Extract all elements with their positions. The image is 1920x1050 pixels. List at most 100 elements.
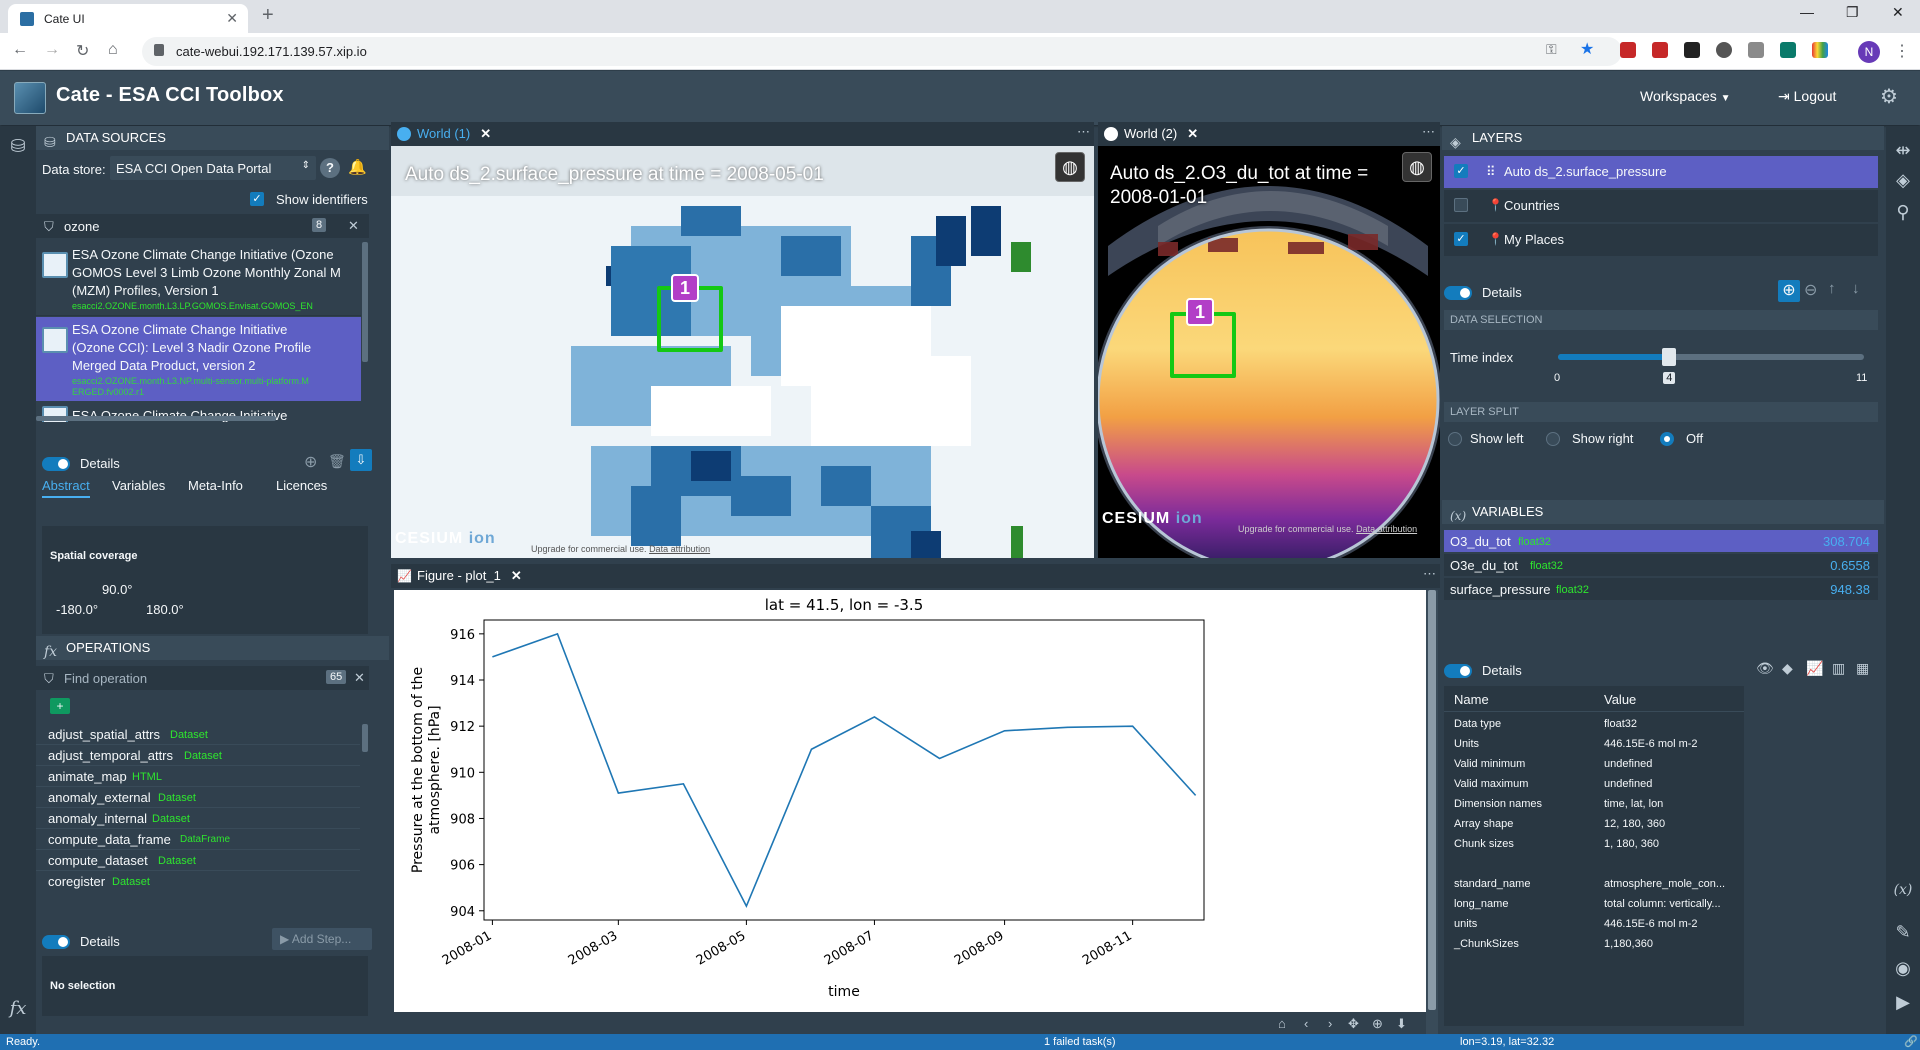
map-pin-icon[interactable]: ⚲ (1886, 202, 1920, 223)
more-options-icon[interactable]: ⋯ (1423, 566, 1436, 582)
extension-icon[interactable] (1652, 42, 1668, 58)
table-icon[interactable]: ▦ (1856, 660, 1869, 677)
forward-icon[interactable]: → (44, 41, 60, 59)
back-icon[interactable]: ‹ (1304, 1016, 1308, 1031)
data-attribution-link[interactable]: Data attribution (649, 544, 710, 554)
close-tab-icon[interactable]: ✕ (1187, 126, 1198, 141)
workspaces-menu[interactable]: Workspaces ▼ (1640, 88, 1731, 104)
list-item[interactable]: compute_data_frame DataFrame (36, 829, 360, 850)
bell-icon[interactable]: 🔔 (348, 158, 367, 176)
details-toggle[interactable] (1444, 664, 1472, 678)
radio-show-right[interactable] (1546, 432, 1560, 446)
tab-world-2[interactable]: World (2) ✕ (1098, 122, 1198, 146)
extension-icon[interactable] (1620, 42, 1636, 58)
add-operation-icon[interactable]: + (50, 698, 70, 714)
tab-abstract[interactable]: Abstract (42, 478, 90, 498)
time-slider[interactable] (1558, 348, 1864, 366)
line-chart-icon[interactable]: 📈 (1806, 660, 1823, 677)
operation-search[interactable]: ⛉ Find operation 65 ✕ (36, 666, 369, 690)
data-store-select[interactable]: ESA CCI Open Data Portal ⇕ (110, 156, 316, 180)
settings-gear-icon[interactable]: ⚙ (1880, 84, 1898, 109)
bookmark-star-icon[interactable]: ★ (1580, 39, 1594, 59)
tab-licences[interactable]: Licences (276, 478, 327, 493)
extension-icon[interactable] (1684, 42, 1700, 58)
zoom-icon[interactable]: ⊕ (1372, 1016, 1383, 1032)
list-item[interactable]: adjust_spatial_attrs Dataset (36, 724, 360, 745)
place-marker-pin[interactable]: 1 (1186, 298, 1218, 338)
download-icon[interactable]: ⇩ (350, 449, 372, 471)
close-tab-icon[interactable]: ✕ (511, 568, 522, 583)
details-toggle[interactable] (42, 457, 70, 471)
variables-icon[interactable]: (x) (1886, 882, 1920, 898)
figure-scrollbar[interactable] (1428, 590, 1436, 1010)
extension-icon[interactable] (1748, 42, 1764, 58)
layer-checkbox[interactable]: ✓ (1454, 164, 1468, 178)
layer-item[interactable]: 📍 Countries (1444, 190, 1878, 222)
trash-icon[interactable]: 🗑 (328, 453, 346, 470)
radio-show-left[interactable] (1448, 432, 1462, 446)
remove-layer-icon[interactable]: ⊖ (1804, 280, 1817, 300)
clear-filter-icon[interactable]: ✕ (348, 218, 359, 234)
add-layer-icon[interactable]: ⊕ (1778, 280, 1800, 302)
move-down-icon[interactable]: ↓ (1852, 280, 1860, 297)
layer-item[interactable]: ✓ ⠿ Auto ds_2.surface_pressure (1444, 156, 1878, 188)
list-item[interactable]: animate_map HTML (36, 766, 360, 787)
layer-item[interactable]: ✓ 📍 My Places (1444, 224, 1878, 256)
layer-checkbox[interactable]: ✓ (1454, 232, 1468, 246)
show-identifiers-checkbox[interactable]: ✓ (250, 192, 264, 206)
home-icon[interactable]: ⌂ (108, 41, 118, 59)
logout-button[interactable]: ⇥ Logout (1778, 88, 1836, 105)
more-options-icon[interactable]: ⋯ (1077, 124, 1090, 140)
help-icon[interactable]: ? (320, 158, 340, 178)
key-icon[interactable]: ⚿ (1546, 41, 1557, 58)
pan-icon[interactable]: ✥ (1348, 1016, 1359, 1032)
profile-avatar[interactable]: N (1858, 41, 1880, 63)
layer-add-icon[interactable]: ◆ (1782, 660, 1793, 677)
tab-variables[interactable]: Variables (112, 478, 165, 493)
back-icon[interactable]: ← (12, 41, 28, 59)
radio-off[interactable] (1660, 432, 1674, 446)
close-window-icon[interactable]: ✕ (1892, 4, 1904, 21)
globe-toggle-icon[interactable]: ◍ (1402, 152, 1432, 182)
split-arrows-icon[interactable]: ⇹ (1886, 140, 1920, 161)
extension-icon[interactable] (1780, 42, 1796, 58)
play-icon[interactable]: ▶ (1886, 992, 1920, 1013)
list-item[interactable]: coregister Dataset (36, 871, 360, 892)
failed-tasks-link[interactable]: 1 failed task(s) (1044, 1036, 1116, 1048)
variable-item[interactable]: O3_du_tot float32 308.704 (1444, 530, 1878, 552)
browser-tab[interactable]: Cate UI ✕ (8, 4, 248, 33)
eye-icon[interactable]: 👁 (1756, 660, 1774, 677)
list-item[interactable]: ESA Ozone Climate Change Initiative (Ozo… (36, 242, 361, 316)
list-item[interactable]: anomaly_external Dataset (36, 787, 360, 808)
database-icon[interactable]: ⛁ (0, 136, 36, 157)
list-item[interactable]: compute_dataset Dataset (36, 850, 360, 871)
extension-icon[interactable] (1812, 42, 1828, 58)
variable-item[interactable]: O3e_du_tot float32 0.6558 (1444, 554, 1878, 576)
layer-checkbox[interactable] (1454, 198, 1468, 212)
new-tab-icon[interactable]: + (262, 4, 274, 27)
tab-figure[interactable]: 📈 Figure - plot_1 ✕ (391, 564, 522, 588)
move-up-icon[interactable]: ↑ (1828, 280, 1836, 297)
list-scrollbar[interactable] (362, 724, 368, 752)
variable-item[interactable]: surface_pressure float32 948.38 (1444, 578, 1878, 600)
tab-meta-info[interactable]: Meta-Info (188, 478, 243, 493)
list-h-scrollbar[interactable] (36, 416, 276, 421)
list-scrollbar[interactable] (362, 242, 368, 362)
close-tab-icon[interactable]: ✕ (226, 10, 238, 27)
menu-kebab-icon[interactable]: ⋮ (1894, 41, 1910, 61)
world1-map-canvas[interactable]: Auto ds_2.surface_pressure at time = 200… (391, 146, 1094, 558)
time-slider-handle[interactable] (1662, 348, 1677, 366)
download-icon[interactable]: ⬇ (1396, 1016, 1407, 1032)
tab-world-1[interactable]: World (1) ✕ (391, 122, 491, 146)
list-item[interactable]: ESA Ozone Climate Change Initiative (Ozo… (36, 317, 361, 401)
data-source-filter[interactable]: ⛉ ozone 8 ✕ (36, 214, 369, 238)
more-options-icon[interactable]: ⋯ (1422, 124, 1435, 140)
address-bar[interactable]: cate-webui.192.171.139.57.xip.io (142, 37, 1622, 66)
extension-icon[interactable] (1716, 42, 1732, 58)
details-toggle[interactable] (42, 935, 70, 949)
link-icon[interactable]: 🔗 (1904, 1035, 1918, 1048)
data-attribution-link[interactable]: Data attribution (1356, 524, 1417, 534)
edit-icon[interactable]: ✎ (1886, 922, 1920, 943)
home-icon[interactable]: ⌂ (1278, 1016, 1286, 1031)
close-tab-icon[interactable]: ✕ (480, 126, 491, 141)
